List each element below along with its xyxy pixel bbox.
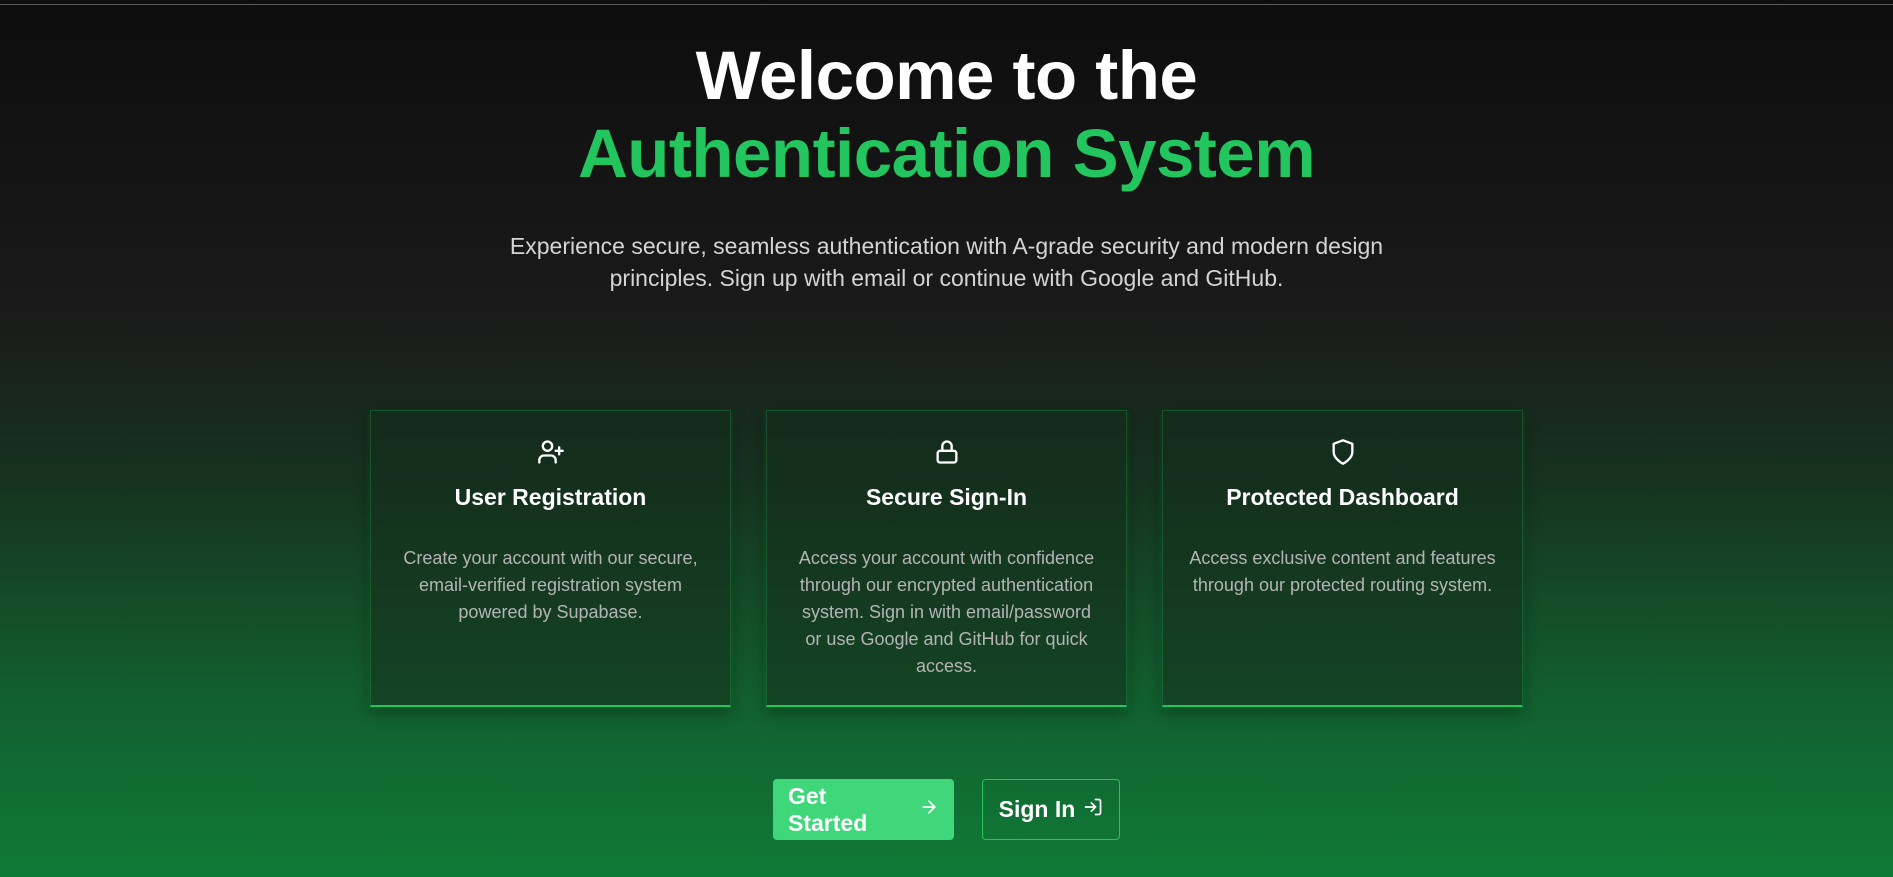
lock-icon xyxy=(767,437,1126,467)
feature-title: User Registration xyxy=(454,484,647,510)
feature-description: Access your account with confidence thro… xyxy=(798,548,1095,676)
page-title: Welcome to the Authentication System xyxy=(0,38,1893,194)
feature-card-dashboard: Protected Dashboard Access exclusive con… xyxy=(1162,410,1523,707)
feature-title: Protected Dashboard xyxy=(1226,484,1459,510)
feature-card-sign-in: Secure Sign-In Access your account with … xyxy=(766,410,1127,707)
feature-title: Secure Sign-In xyxy=(865,484,1028,510)
arrow-right-icon xyxy=(919,796,939,823)
hero-section: Welcome to the Authentication System Exp… xyxy=(0,38,1893,294)
title-line-2: Authentication System xyxy=(577,115,1316,192)
feature-description: Access exclusive content and features th… xyxy=(1189,548,1496,595)
hero-subtitle: Experience secure, seamless authenticati… xyxy=(509,233,1384,291)
get-started-label: Get Started xyxy=(788,782,868,836)
title-line-1: Welcome to the xyxy=(695,37,1198,114)
sign-in-button[interactable]: Sign In xyxy=(982,779,1120,840)
user-plus-icon xyxy=(371,437,730,467)
feature-cards: User Registration Create your account wi… xyxy=(370,410,1523,707)
get-started-button[interactable]: Get Started xyxy=(773,779,954,840)
feature-card-registration: User Registration Create your account wi… xyxy=(370,410,731,707)
top-divider xyxy=(0,4,1893,5)
log-in-icon xyxy=(1083,796,1103,823)
feature-description: Create your account with our secure, ema… xyxy=(403,548,698,622)
sign-in-label: Sign In xyxy=(998,796,1076,822)
cta-actions: Get Started Sign In xyxy=(773,779,1120,840)
shield-icon xyxy=(1163,437,1522,467)
